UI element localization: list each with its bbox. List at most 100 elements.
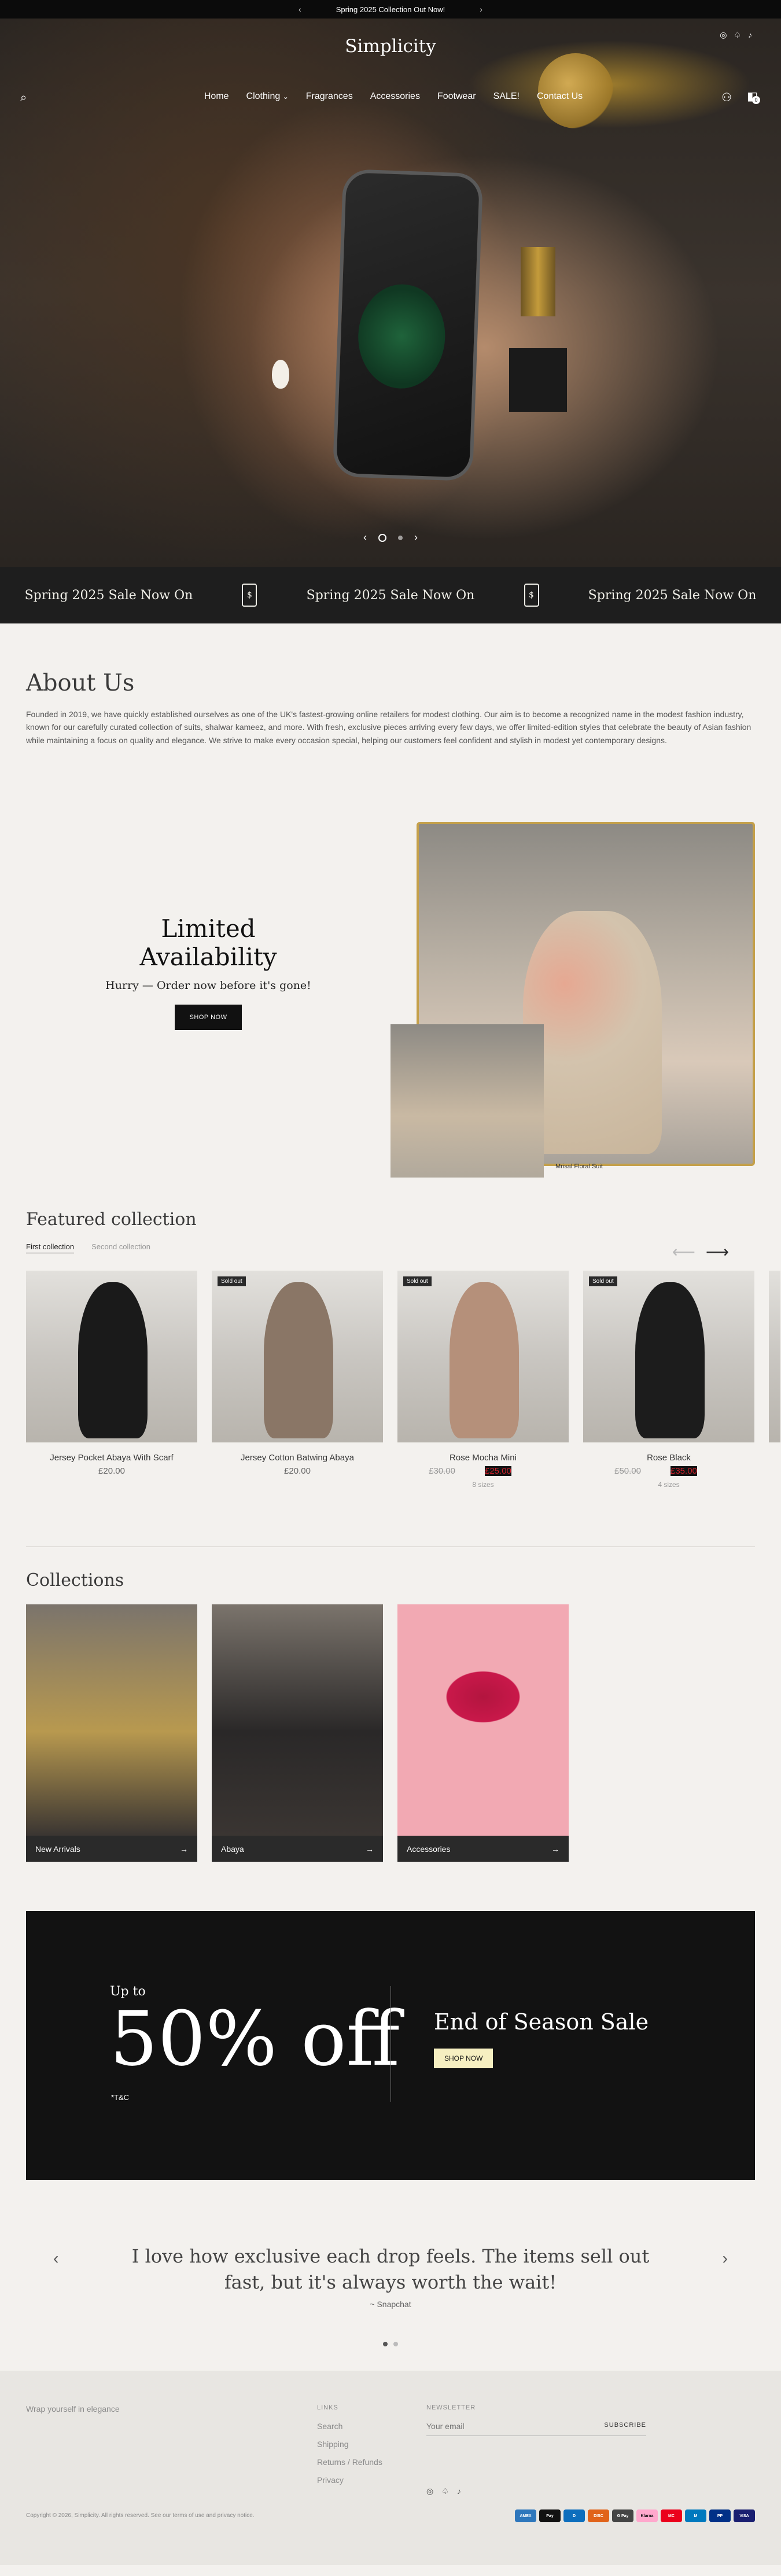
product-card-partial[interactable] — [769, 1271, 780, 1489]
payment-method-icon: M — [685, 2509, 706, 2523]
collection-card[interactable]: Accessories → — [397, 1604, 569, 1862]
collection-card[interactable]: New Arrivals → — [26, 1604, 197, 1862]
limited-text: Limited Availability Hurry — Order now b… — [98, 914, 318, 1031]
footer-link-returns[interactable]: Returns / Refunds — [317, 2457, 382, 2467]
nav-fragrances[interactable]: Fragrances — [306, 91, 353, 102]
tab-first-collection[interactable]: First collection — [26, 1242, 75, 1254]
product-card[interactable]: Sold out Jersey Cotton Batwing Abaya £20… — [212, 1271, 383, 1489]
announcement-text[interactable]: Spring 2025 Collection Out Now! — [336, 5, 445, 14]
site-logo[interactable]: Simplicity — [0, 36, 781, 57]
product-card[interactable]: Jersey Pocket Abaya With Scarf £20.00 — [26, 1271, 197, 1489]
tab-second-collection[interactable]: Second collection — [91, 1242, 150, 1253]
product-name[interactable]: Rose Mocha Mini — [397, 1453, 569, 1463]
footer-link-privacy[interactable]: Privacy — [317, 2475, 382, 2485]
collection-bar[interactable]: Abaya → — [212, 1836, 383, 1862]
nav-footwear[interactable]: Footwear — [437, 91, 476, 102]
payment-method-icon: MC — [661, 2509, 682, 2523]
cart-icon[interactable]: ◧ 0 — [747, 89, 760, 104]
payment-method-icon: G Pay — [612, 2509, 633, 2523]
newsletter-title: NEWSLETTER — [426, 2404, 476, 2412]
newsletter: NEWSLETTER SUBSCRIBE — [426, 2404, 646, 2437]
hero-prev-button[interactable]: ‹ — [363, 532, 367, 544]
hero-dot-active[interactable] — [378, 533, 386, 542]
payment-method-icon: DISC — [588, 2509, 609, 2523]
newsletter-email-input[interactable] — [426, 2422, 571, 2431]
collection-image[interactable] — [26, 1604, 197, 1836]
collection-bar[interactable]: Accessories → — [397, 1836, 569, 1862]
product-list: Jersey Pocket Abaya With Scarf £20.00 So… — [26, 1271, 780, 1489]
hero-dot[interactable] — [398, 535, 403, 540]
instagram-icon[interactable]: ◎ — [426, 2486, 433, 2496]
tiktok-icon[interactable]: ♪ — [457, 2486, 461, 2496]
hero-decor — [272, 360, 289, 389]
sale-percent: 50% off — [110, 1995, 400, 2083]
site-footer: Wrap yourself in elegance LINKS Search S… — [0, 2371, 781, 2566]
sold-out-badge: Sold out — [218, 1276, 246, 1287]
main-nav: Home Clothing ⌄ Fragrances Accessories F… — [0, 91, 781, 102]
chevron-left-icon[interactable]: ‹ — [53, 2249, 58, 2268]
announcement-prev-button[interactable]: ‹ — [299, 5, 301, 14]
hero-slideshow: ◎ ♤ ♪ Simplicity ⌕ Home Clothing ⌄ Fragr… — [0, 19, 781, 567]
product-price-row: £50.00 £35.00 — [583, 1466, 754, 1477]
testimonial-author: ~ Snapchat — [370, 2300, 411, 2309]
product-name[interactable]: Jersey Cotton Batwing Abaya — [212, 1453, 383, 1463]
pager-dot-active[interactable] — [383, 2342, 388, 2347]
about-section: About Us Founded in 2019, we have quickl… — [0, 623, 781, 781]
sale-banner: Up to 50% off *T&C End of Season Sale SH… — [26, 1911, 755, 2180]
nav-contact[interactable]: Contact Us — [537, 91, 583, 102]
nav-sale[interactable]: SALE! — [493, 91, 520, 102]
hero-next-button[interactable]: › — [414, 532, 418, 544]
product-name[interactable]: Jersey Pocket Abaya With Scarf — [26, 1453, 197, 1463]
collection-card[interactable]: Abaya → — [212, 1604, 383, 1862]
footer-link-search[interactable]: Search — [317, 2422, 382, 2431]
hero-decor — [521, 247, 555, 316]
product-price: £20.00 — [98, 1466, 125, 1477]
arrow-right-icon[interactable]: ⟶ — [706, 1242, 729, 1261]
account-icon[interactable]: ⚇ — [721, 90, 732, 105]
shop-now-button[interactable]: SHOP NOW — [174, 1005, 242, 1031]
payment-method-icon: D — [563, 2509, 585, 2523]
testimonial-pager — [0, 2342, 781, 2347]
footer-links-title: LINKS — [317, 2404, 338, 2412]
product-card[interactable]: Sold out Rose Black £50.00 £35.00 4 sizes — [583, 1271, 754, 1489]
product-image[interactable]: Sold out — [212, 1271, 383, 1443]
price-tag-icon: $ — [242, 584, 257, 607]
pager-dot[interactable] — [393, 2342, 398, 2347]
product-image[interactable] — [26, 1271, 197, 1443]
announcement-bar: ‹ Spring 2025 Collection Out Now! › — [0, 0, 781, 19]
payment-method-icon: VISA — [734, 2509, 755, 2523]
product-price-row: £30.00 £25.00 — [397, 1466, 569, 1477]
product-image[interactable]: Sold out — [397, 1271, 569, 1443]
product-card[interactable]: Sold out Rose Mocha Mini £30.00 £25.00 8 … — [397, 1271, 569, 1489]
subscribe-button[interactable]: SUBSCRIBE — [604, 2422, 646, 2431]
product-image[interactable] — [769, 1271, 780, 1443]
arrow-right-icon: → — [180, 1844, 188, 1854]
nav-clothing[interactable]: Clothing ⌄ — [246, 91, 289, 102]
footer-tagline: Wrap yourself in elegance — [26, 2404, 120, 2414]
product-sizes: 4 sizes — [658, 1481, 680, 1489]
marquee-text: Spring 2025 Sale Now On — [588, 588, 757, 603]
limited-availability-section: Limited Availability Hurry — Order now b… — [0, 781, 781, 1198]
collection-image[interactable] — [397, 1604, 569, 1836]
product-image[interactable]: Sold out — [583, 1271, 754, 1443]
sale-divider — [390, 1986, 391, 2102]
nav-home[interactable]: Home — [204, 91, 229, 102]
sale-shop-now-button[interactable]: SHOP NOW — [434, 2049, 493, 2069]
nav-accessories[interactable]: Accessories — [370, 91, 420, 102]
payment-method-icon: Klarna — [636, 2509, 658, 2523]
collection-label: Accessories — [407, 1844, 451, 1854]
announcement-next-button[interactable]: › — [480, 5, 482, 14]
chevron-right-icon[interactable]: › — [723, 2249, 728, 2268]
price-tag-icon: $ — [524, 584, 539, 607]
payment-method-icon: Pay — [539, 2509, 561, 2523]
product-figure — [78, 1282, 148, 1439]
collections-section: Collections New Arrivals → Abaya → Acces… — [0, 1570, 781, 1862]
snapchat-icon[interactable]: ♤ — [441, 2486, 449, 2496]
collection-bar[interactable]: New Arrivals → — [26, 1836, 197, 1862]
product-name[interactable]: Rose Black — [583, 1453, 754, 1463]
collection-image[interactable] — [212, 1604, 383, 1836]
arrow-left-icon[interactable]: ⟵ — [672, 1242, 695, 1261]
limited-secondary-image — [390, 1024, 544, 1178]
footer-link-shipping[interactable]: Shipping — [317, 2440, 382, 2449]
limited-subtitle: Hurry — Order now before it's gone! — [105, 979, 311, 992]
